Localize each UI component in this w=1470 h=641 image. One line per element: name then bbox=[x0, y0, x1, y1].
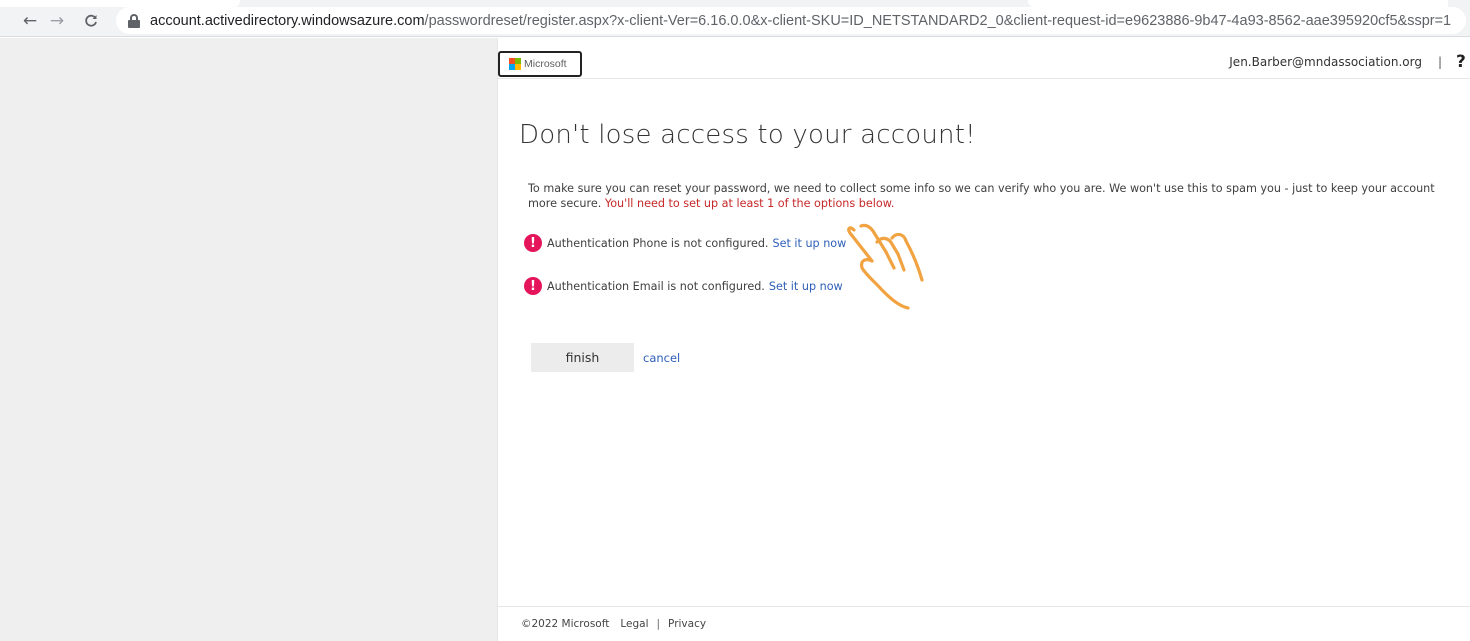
browser-tab[interactable] bbox=[1028, 0, 1448, 7]
url-host: account.activedirectory.windowsazure.com bbox=[150, 12, 425, 29]
back-button[interactable]: ← bbox=[19, 10, 41, 32]
cancel-link[interactable]: cancel bbox=[643, 351, 680, 365]
lock-icon bbox=[128, 13, 140, 28]
setup-email-link[interactable]: Set it up now bbox=[769, 280, 843, 293]
phone-status-row: ! Authentication Phone is not configured… bbox=[524, 234, 846, 252]
header-separator: | bbox=[1437, 55, 1442, 69]
email-status-text: Authentication Email is not configured. bbox=[547, 279, 765, 293]
arrow-right-icon: → bbox=[49, 11, 65, 31]
account-bar: Jen.Barber@mndassociation.org | ? bbox=[1229, 52, 1470, 72]
intro-warning: You'll need to set up at least 1 of the … bbox=[604, 197, 895, 210]
email-status-row: ! Authentication Email is not configured… bbox=[524, 277, 843, 295]
browser-tab[interactable] bbox=[0, 0, 240, 7]
intro-text: To make sure you can reset your password… bbox=[528, 181, 1463, 211]
alert-icon: ! bbox=[524, 277, 542, 295]
address-bar[interactable]: account.activedirectory.windowsazure.com… bbox=[116, 7, 1466, 34]
url-path: /passwordreset/register.aspx?x-client-Ve… bbox=[424, 12, 1452, 29]
reload-icon bbox=[85, 14, 97, 27]
account-email[interactable]: Jen.Barber@mndassociation.org bbox=[1229, 55, 1422, 69]
phone-status-text: Authentication Phone is not configured. bbox=[547, 236, 769, 250]
footer-divider bbox=[498, 606, 1470, 607]
registration-page: Microsoft Jen.Barber@mndassociation.org … bbox=[498, 38, 1470, 641]
copyright-text: ©2022 Microsoft bbox=[521, 618, 610, 630]
footer: ©2022 Microsoft Legal | Privacy bbox=[521, 618, 706, 630]
finish-button[interactable]: finish bbox=[531, 343, 634, 372]
browser-toolbar: ← → account.activedirectory.windowsazure… bbox=[0, 0, 1470, 37]
privacy-link[interactable]: Privacy bbox=[668, 618, 706, 630]
setup-phone-link[interactable]: Set it up now bbox=[772, 237, 846, 250]
forward-button[interactable]: → bbox=[46, 10, 68, 32]
logo-text: Microsoft bbox=[524, 58, 567, 70]
left-background-panel bbox=[0, 38, 497, 641]
microsoft-logo-icon bbox=[509, 58, 521, 70]
pointing-hand-icon bbox=[847, 223, 924, 310]
arrow-left-icon: ← bbox=[22, 11, 38, 31]
url-text[interactable]: account.activedirectory.windowsazure.com… bbox=[150, 13, 1451, 29]
help-icon[interactable]: ? bbox=[1456, 52, 1470, 72]
page-title: Don't lose access to your account! bbox=[519, 120, 976, 150]
header-divider bbox=[498, 78, 1470, 79]
microsoft-logo: Microsoft bbox=[498, 51, 582, 77]
footer-separator: | bbox=[656, 618, 661, 630]
reload-button[interactable] bbox=[80, 10, 102, 32]
alert-icon: ! bbox=[524, 234, 542, 252]
legal-link[interactable]: Legal bbox=[620, 618, 648, 630]
